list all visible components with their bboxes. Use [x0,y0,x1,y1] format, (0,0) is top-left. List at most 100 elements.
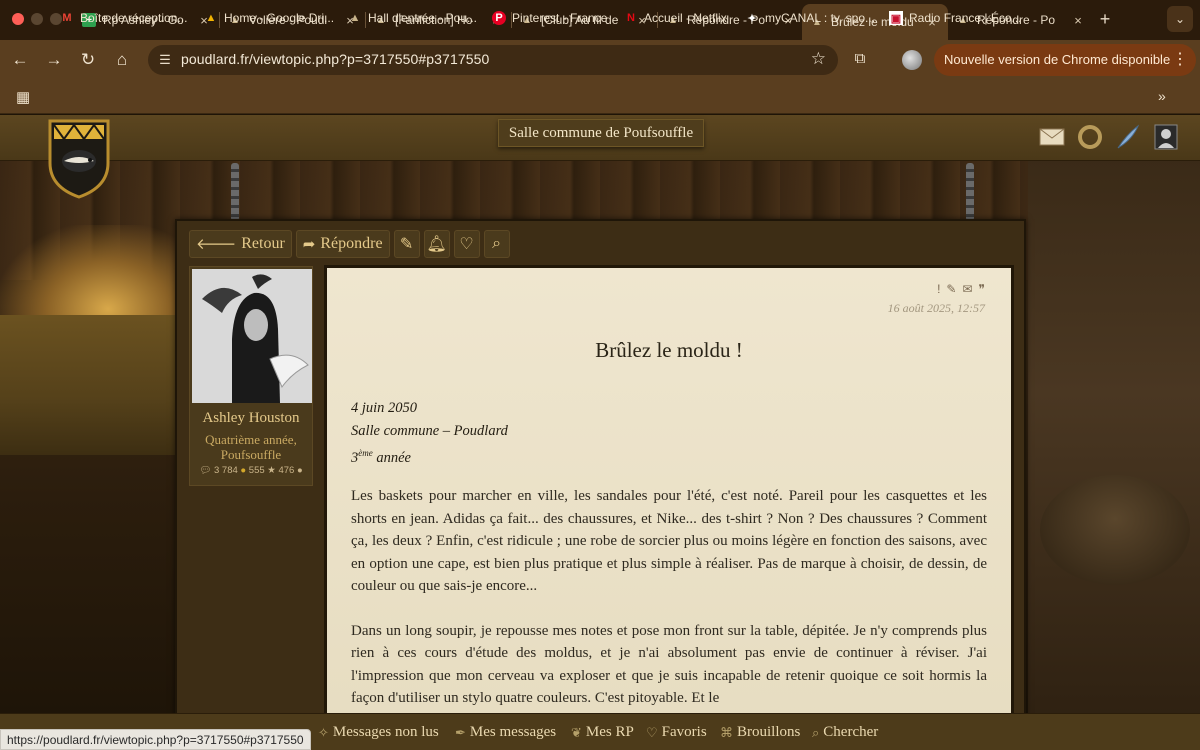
minimize-window-button[interactable] [31,13,43,25]
meta-year: 3ème année [351,448,411,466]
speech-bubble-icon: 💬︎ [199,465,212,476]
nav-search[interactable]: ⌕ Chercher [812,724,878,741]
reply-label: Répondre [320,235,383,252]
hat-icon: ▲ [349,12,361,24]
search-icon: ⌕ [492,235,502,252]
bookmark-drive[interactable]: ▲ Home - Google Dri... [204,9,335,27]
topic-panel: 🡐 Retour ➦ Répondre ✎ 🔔︎ ♡ ⌕ Ashley Hous… [175,219,1026,750]
pinterest-icon: P [492,11,506,25]
quote-icon[interactable]: ❞ [979,282,985,296]
avatar[interactable] [902,50,922,70]
bookmark-mycanal[interactable]: ✦ myCANAL : tv, spo... [745,9,875,27]
update-label: Nouvelle version de Chrome disponible [944,52,1171,67]
home-icon[interactable]: ⌂ [110,48,134,72]
kebab-menu-icon[interactable]: ⋮ [1172,44,1188,76]
back-button[interactable]: 🡐 Retour [189,230,292,258]
report-icon[interactable]: ! [937,282,940,296]
ring-icon[interactable] [1076,123,1104,151]
radiofrance-icon: ▣ [889,11,903,25]
chrome-update-button[interactable]: Nouvelle version de Chrome disponible ⋮ [934,44,1196,76]
online-dot-icon: ● [296,465,303,476]
message-count: 3 784 [213,465,238,476]
topic-actions: 🡐 Retour ➦ Répondre ✎ 🔔︎ ♡ ⌕ [189,230,510,258]
bookmark-star-icon[interactable]: ☆ [811,49,826,69]
reply-button[interactable]: ➦ Répondre [295,230,390,258]
post-title: Brûlez le moldu ! [595,338,743,362]
canal-icon: ✦ [747,12,757,25]
quill-icon[interactable] [1114,123,1142,151]
bookmarks-bar [0,80,1200,114]
bookmark-poudlard[interactable]: ▲ Hall d'entrée - Pou... [348,9,477,27]
favorite-button[interactable]: ♡ [453,230,480,258]
bookmark-label: Pinterest - France [512,11,608,25]
bookmark-pinterest[interactable]: P Pinterest - France [492,9,607,27]
meta-date: 4 juin 2050 [351,400,418,416]
chevron-right-icon[interactable]: » [1158,88,1166,104]
post-tools: ! ✎ ✉ ❞ [937,282,985,296]
bookmark-label: Accueil - Netflix [644,11,727,25]
close-window-button[interactable] [12,13,24,25]
close-icon[interactable]: × [1070,13,1086,28]
meta-place: Salle commune – Poudlard [351,422,508,439]
avatar[interactable] [1152,123,1180,151]
arrow-left-icon: 🡐 [196,237,237,253]
author-rank: Quatrième année, Poufsouffle [205,432,297,462]
coin-count: 555 [248,465,265,476]
post-paragraph: Les baskets pour marcher en ville, les s… [351,488,987,594]
search-icon: ⌕ [812,724,820,740]
leaf-icon: ❦ [571,724,582,740]
wrench-icon: ✎ [399,236,414,253]
bookmark-gmail[interactable]: M Boîte de réception... [60,9,187,27]
netflix-icon: N [627,12,635,24]
star-count: 476 [278,465,295,476]
post-paragraph: Dans un long soupir, je repousse mes not… [351,622,987,707]
status-bar-url: https://poudlard.fr/viewtopic.php?p=3717… [0,729,311,750]
share-arrow-icon: ➦ [302,236,316,253]
room-title[interactable]: Salle commune de Poufsouffle [498,119,704,147]
tab-search-button[interactable]: ⌄ [1167,6,1193,32]
search-button[interactable]: ⌕ [483,230,510,258]
avatar[interactable] [192,269,312,403]
new-tab-button[interactable]: + [1094,8,1116,30]
forum-page: Salle commune de Poufsouffle 🡐 Retour ➦ … [0,115,1200,750]
sparkle-icon: ✧ [318,724,329,740]
bookmark-label: Hall d'entrée - Pou... [368,11,478,25]
nav-favorites[interactable]: ♡ Favoris [646,724,707,741]
post-meta: 4 juin 2050 Salle commune – Poudlard 3èm… [351,397,508,469]
bookmark-netflix[interactable]: N Accueil - Netflix [624,9,727,27]
author-card: Ashley Houston Quatrième année, Poufsouf… [189,266,313,486]
pencil-icon[interactable]: ✎ [946,282,956,296]
post: ! ✎ ✉ ❞ 16 août 2025, 12:57 Brûlez le mo… [324,265,1014,750]
star-icon: ★ [267,465,276,476]
bookmark-label: Boîte de réception... [80,11,188,25]
url-text[interactable]: poudlard.fr/viewtopic.php?p=3717550#p371… [181,51,489,67]
nav-my-messages[interactable]: ✒ Mes messages [455,724,556,741]
forward-arrow-icon[interactable]: → [42,48,66,72]
drive-icon: ▲ [205,12,217,24]
tools-button[interactable]: ✎ [393,230,420,258]
bookmark-radiofrance[interactable]: ▣ Radio France | Éco... [889,9,1022,27]
quill-icon: ✒ [455,724,466,740]
site-info-icon[interactable]: ☰ [156,51,174,69]
author-stats: 💬︎ 3 784 ● 555 ★ 476 ● [190,465,312,476]
extensions-icon[interactable]: ⧉ [850,50,870,70]
heart-icon: ♡ [646,724,658,740]
back-arrow-icon[interactable]: ← [8,48,32,72]
nav-my-rp[interactable]: ❦ Mes RP [571,724,634,741]
author-name[interactable]: Ashley Houston [190,410,312,427]
post-date: 16 août 2025, 12:57 [887,301,985,315]
envelope-icon[interactable] [1038,123,1066,151]
nav-drafts[interactable]: ⌘ Brouillons [720,724,800,741]
heart-icon: ♡ [459,236,474,253]
back-label: Retour [241,235,285,252]
address-bar[interactable]: ☰ poudlard.fr/viewtopic.php?p=3717550#p3… [148,45,838,75]
subscribe-button[interactable]: 🔔︎ [423,230,450,258]
gmail-icon: M [62,12,72,24]
nav-unread-messages[interactable]: ✧ Messages non lus [318,724,439,741]
bookmark-label: Radio France | Éco... [909,11,1022,25]
apps-grid-icon[interactable]: ▦ [16,88,30,106]
hufflepuff-crest-icon[interactable] [44,117,114,199]
scroll-icon: ⌘ [720,724,733,740]
envelope-icon[interactable]: ✉ [962,282,972,296]
reload-icon[interactable]: ↻ [76,48,100,72]
